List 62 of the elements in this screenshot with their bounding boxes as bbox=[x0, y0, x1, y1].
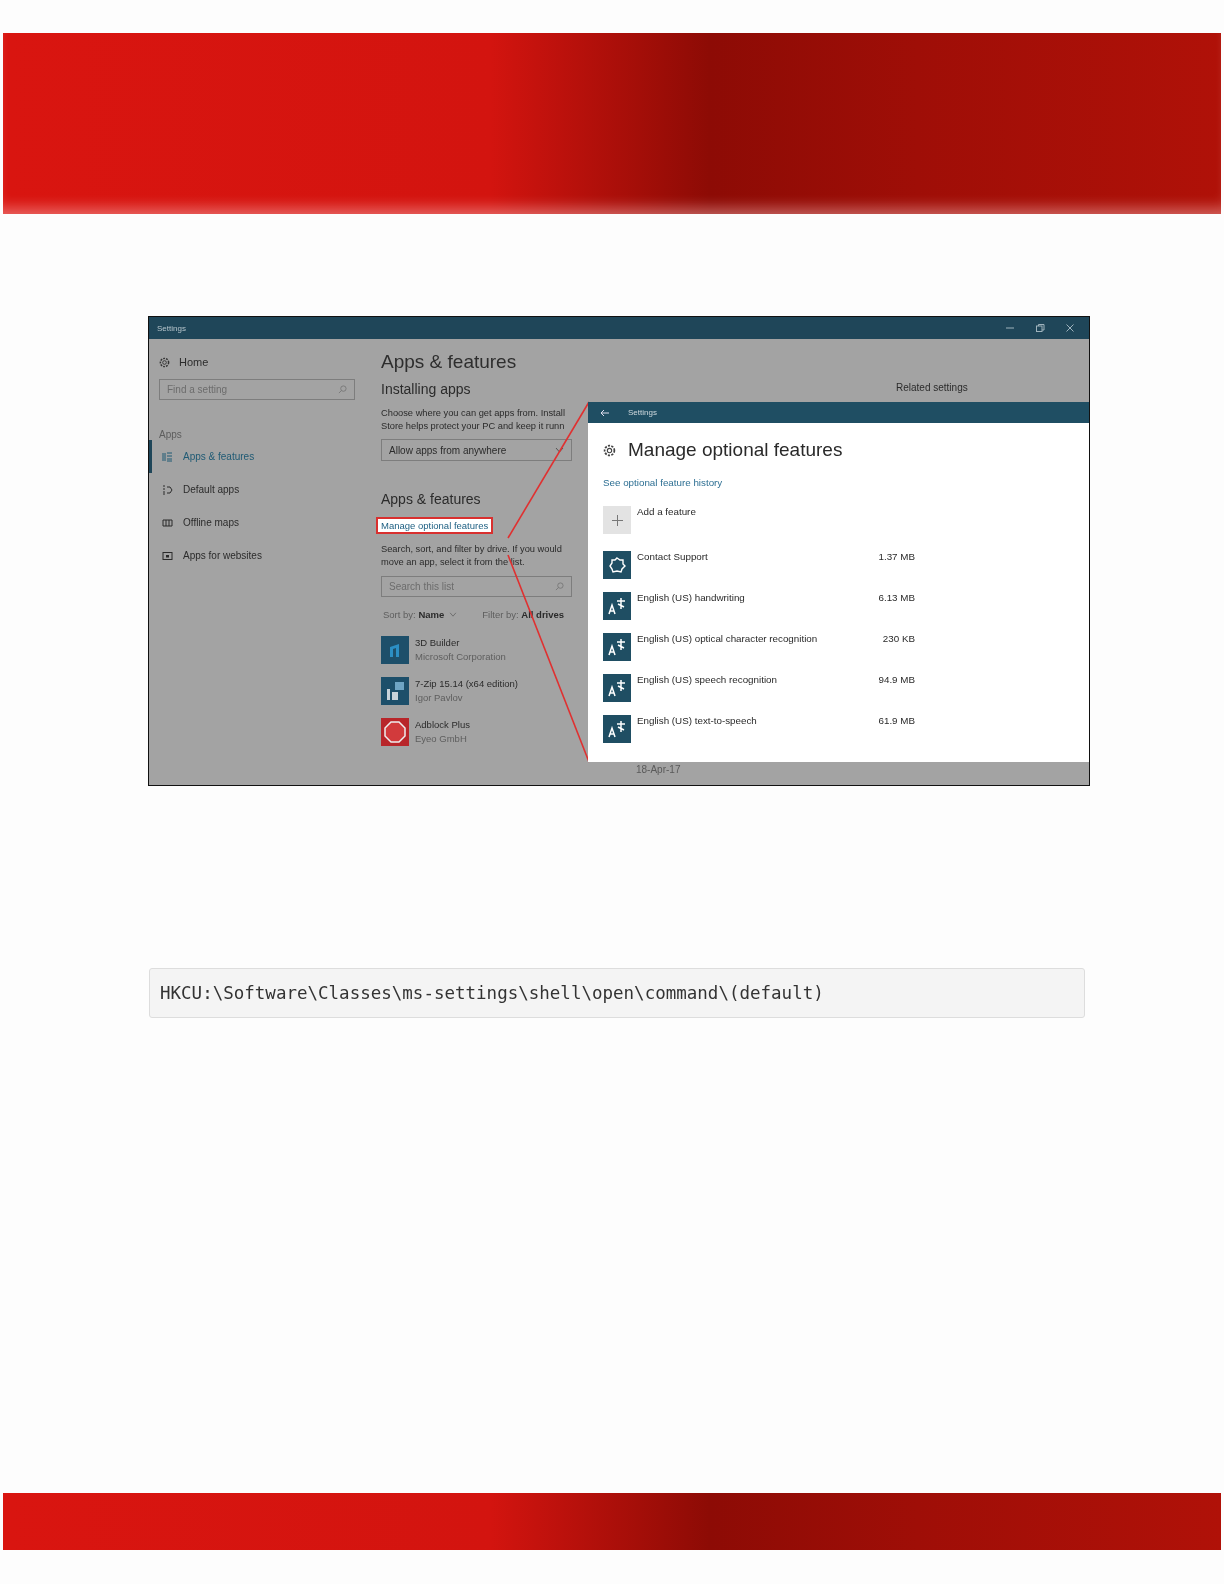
popup-heading: Manage optional features bbox=[628, 439, 843, 461]
list-icon bbox=[162, 484, 173, 495]
registry-path: HKCU:\Software\Classes\ms-settings\shell\open\command\(default) bbox=[160, 983, 824, 1003]
list-icon bbox=[162, 451, 173, 462]
plus-icon bbox=[611, 514, 623, 526]
app-name: 3D Builder bbox=[415, 636, 461, 650]
support-icon bbox=[603, 551, 631, 579]
dropdown[interactable]: Allow apps from anywhere bbox=[381, 439, 572, 461]
sidebar-item[interactable]: Default apps bbox=[149, 473, 371, 506]
add-feature-label[interactable]: Add a feature bbox=[637, 506, 865, 517]
app-publisher: Microsoft Corporation bbox=[415, 650, 506, 664]
restore-icon[interactable] bbox=[1035, 323, 1045, 333]
window-title: Settings bbox=[628, 408, 657, 417]
language-icon bbox=[603, 592, 631, 620]
sidebar-item[interactable]: Apps for websites bbox=[149, 539, 371, 572]
home-link[interactable]: Home bbox=[179, 356, 209, 368]
sort-dropdown[interactable]: Sort by: Name bbox=[383, 609, 445, 620]
feature-name: English (US) handwriting bbox=[637, 592, 746, 603]
related-settings-label: Related settings bbox=[896, 382, 968, 393]
search-icon bbox=[555, 582, 564, 591]
section-label: Apps bbox=[159, 429, 183, 440]
gear-icon bbox=[159, 356, 170, 368]
app-icon bbox=[381, 677, 409, 705]
close-icon[interactable] bbox=[1065, 323, 1075, 333]
feature-size: 61.9 MB bbox=[877, 715, 915, 726]
feature-size: 6.13 MB bbox=[877, 592, 915, 603]
feature-name: English (US) text-to-speech bbox=[637, 715, 758, 726]
language-icon bbox=[603, 633, 631, 661]
description-text: Search, sort, and filter by drive. If you would bbox=[381, 543, 563, 556]
feature-name: English (US) speech recognition bbox=[637, 674, 778, 685]
gear-icon bbox=[603, 443, 616, 457]
feature-name: Contact Support bbox=[637, 551, 709, 562]
app-publisher: Igor Pavlov bbox=[415, 691, 464, 705]
language-icon bbox=[603, 674, 631, 702]
feature-size: 230 KB bbox=[881, 633, 915, 644]
history-link[interactable]: See optional feature history bbox=[603, 477, 1076, 488]
search-icon bbox=[338, 385, 347, 394]
feature-size: 94.9 MB bbox=[877, 674, 915, 685]
description-text: Choose where you can get apps from. Install bbox=[381, 407, 566, 420]
description-text: Store helps protect your PC and keep it runn bbox=[381, 420, 566, 433]
sidebar-item[interactable]: Apps & features bbox=[149, 440, 371, 473]
section-heading: Apps & features bbox=[381, 491, 482, 507]
sidebar-item[interactable]: Offline maps bbox=[149, 506, 371, 539]
window-icon bbox=[162, 550, 173, 561]
app-publisher: Eyeo GmbH bbox=[415, 732, 468, 746]
feature-name: English (US) optical character recognition bbox=[637, 633, 819, 644]
window-title: Settings bbox=[157, 323, 186, 333]
page-title: Apps & features bbox=[381, 351, 518, 373]
language-icon bbox=[603, 715, 631, 743]
app-name: 7-Zip 15.14 (x64 edition) bbox=[415, 677, 518, 691]
manage-optional-features-link[interactable]: Manage optional features bbox=[376, 517, 494, 534]
app-icon bbox=[381, 636, 409, 664]
date-text: 18-Apr-17 bbox=[636, 764, 681, 775]
map-icon bbox=[162, 517, 173, 528]
chevron-icon bbox=[555, 447, 564, 453]
section-heading: Installing apps bbox=[381, 381, 472, 397]
back-arrow-icon[interactable] bbox=[600, 408, 610, 417]
chevron-icon bbox=[449, 612, 458, 617]
feature-size: 1.37 MB bbox=[877, 551, 915, 562]
add-button[interactable] bbox=[603, 506, 631, 534]
app-icon bbox=[381, 718, 409, 746]
app-name: Adblock Plus bbox=[415, 718, 470, 732]
